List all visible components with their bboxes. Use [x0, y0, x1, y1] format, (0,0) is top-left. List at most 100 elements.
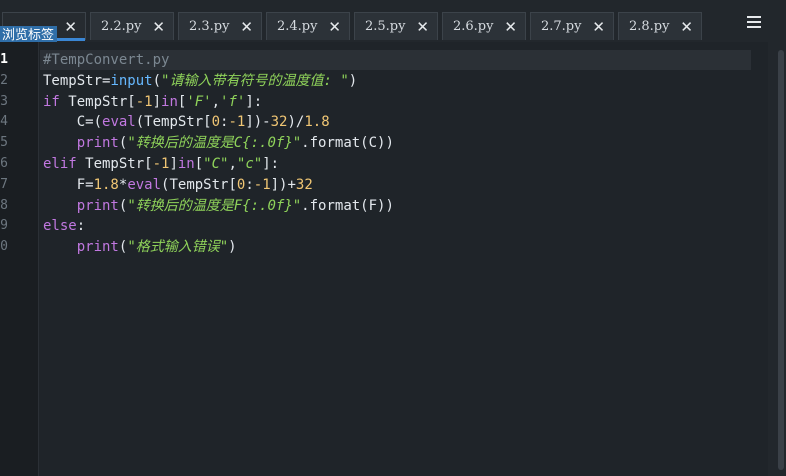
- line-number: 6: [0, 156, 8, 171]
- close-icon[interactable]: ✕: [504, 13, 517, 41]
- tab-2-5-py[interactable]: 2.5.py ✕: [354, 12, 438, 40]
- code-token: else: [43, 218, 77, 235]
- tab-2-2-py[interactable]: 2.2.py ✕: [90, 12, 174, 40]
- code-token: 1.8: [304, 114, 330, 131]
- tab-bar: ✕ 2.2.py ✕ 2.3.py ✕ 2.4.py ✕ 2.5.py ✕ 2.…: [0, 0, 786, 42]
- tab-label: 2.5.py: [365, 19, 406, 34]
- code-token: "转换后的温度是C{:.0f}": [127, 135, 302, 152]
- code-line[interactable]: C=(eval(TempStr[0:-1])-32)/1.8: [43, 112, 394, 133]
- code-line[interactable]: print("格式输入错误"): [43, 237, 394, 258]
- code-token: (TempStr[: [161, 176, 237, 193]
- line-number: 9: [0, 218, 8, 234]
- code-token: (: [152, 72, 162, 89]
- code-token: ,: [228, 155, 237, 172]
- code-line[interactable]: TempStr=input("请输入带有符号的温度值: "): [43, 71, 394, 92]
- code-token: :: [76, 218, 86, 235]
- close-icon[interactable]: ✕: [680, 13, 693, 41]
- code-token: [: [194, 155, 204, 172]
- code-token: -1: [135, 93, 153, 110]
- code-token: .format(C)): [301, 135, 394, 152]
- code-editor[interactable]: 1234567890 #TempConvert.py TempStr=input(…: [0, 42, 768, 476]
- code-line[interactable]: print("转换后的温度是C{:.0f}".format(C)): [43, 133, 394, 154]
- code-line[interactable]: F=1.8*eval(TempStr[0:-1])+32: [43, 175, 394, 196]
- code-token: 32: [270, 114, 288, 131]
- code-token: "格式输入错误": [127, 239, 229, 256]
- code-token: input: [110, 72, 153, 89]
- close-icon[interactable]: ✕: [592, 13, 605, 41]
- code-token: ): [228, 239, 237, 256]
- code-token: -1: [152, 155, 170, 172]
- line-number: 8: [0, 197, 8, 213]
- tab-label: 2.2.py: [101, 19, 142, 34]
- code-token: ]: [169, 155, 178, 172]
- code-line[interactable]: elif TempStr[-1]in["C","c"]:: [43, 154, 394, 175]
- code-token: "c": [236, 155, 263, 172]
- code-token: 'F': [186, 93, 212, 110]
- code-token: ])-: [245, 114, 271, 131]
- tab-label: 2.6.py: [453, 19, 494, 34]
- line-number: 1: [0, 52, 8, 67]
- close-icon[interactable]: ✕: [240, 13, 253, 41]
- code-token: ]:: [262, 155, 280, 172]
- code-token: )/: [287, 114, 305, 131]
- line-number: 2: [0, 72, 8, 88]
- code-token: 1.8: [93, 176, 119, 193]
- code-line[interactable]: #TempConvert.py: [43, 50, 394, 71]
- code-token: C=(: [43, 114, 103, 131]
- code-token: in: [161, 93, 178, 110]
- code-token: #TempConvert.py: [43, 52, 170, 68]
- code-token: -1: [228, 114, 246, 131]
- menu-icon[interactable]: [745, 12, 765, 32]
- line-number-gutter: 1 2 3 4 5 6 7 8 9 0: [0, 42, 39, 476]
- code-token: elif: [43, 155, 77, 172]
- code-token: 0: [211, 114, 221, 131]
- line-number: 0: [0, 239, 8, 255]
- code-content[interactable]: #TempConvert.py TempStr=input("请输入带有符号的温度…: [43, 50, 394, 258]
- tab-label: 2.3.py: [189, 19, 230, 34]
- code-token: TempStr[: [59, 93, 136, 110]
- code-token: F=: [43, 176, 94, 193]
- code-token: "请输入带有符号的温度值: ": [161, 72, 349, 89]
- tab-2-7-py[interactable]: 2.7.py ✕: [530, 12, 614, 40]
- close-icon[interactable]: ✕: [152, 13, 165, 41]
- code-token: print: [76, 197, 119, 214]
- close-icon[interactable]: ✕: [328, 13, 341, 41]
- code-token: 32: [295, 176, 313, 193]
- close-icon[interactable]: ✕: [64, 13, 77, 41]
- tab-2-3-py[interactable]: 2.3.py ✕: [178, 12, 262, 40]
- tab-2-6-py[interactable]: 2.6.py ✕: [442, 12, 526, 40]
- line-number: 5: [0, 135, 8, 151]
- code-token: 'f': [220, 93, 246, 110]
- code-line[interactable]: else:: [43, 216, 394, 237]
- code-token: print: [76, 239, 119, 256]
- close-icon[interactable]: ✕: [416, 13, 429, 41]
- code-token: eval: [127, 176, 162, 193]
- line-number: 7: [0, 176, 8, 192]
- line-number: 4: [0, 114, 8, 130]
- scrollbar-thumb[interactable]: [778, 50, 784, 470]
- code-token: "转换后的温度是F{:.0f}": [127, 197, 302, 214]
- tab-label: 2.7.py: [541, 19, 582, 34]
- code-line[interactable]: if TempStr[-1]in['F','f']:: [43, 92, 394, 113]
- code-token: ): [348, 72, 358, 89]
- code-token: TempStr[: [76, 155, 153, 172]
- code-token: ,: [211, 93, 221, 110]
- code-token: .format(F)): [301, 197, 394, 214]
- code-line[interactable]: print("转换后的温度是F{:.0f}".format(F)): [43, 196, 394, 217]
- code-token: print: [76, 135, 119, 152]
- code-token: TempStr=: [43, 72, 111, 89]
- tab-label: 2.4.py: [277, 19, 318, 34]
- code-token: ]: [152, 93, 162, 110]
- tab-2-8-py[interactable]: 2.8.py ✕: [618, 12, 702, 40]
- code-token: eval: [102, 114, 136, 131]
- code-token: (TempStr[: [135, 114, 212, 131]
- code-token: :: [245, 176, 254, 193]
- code-token: ]:: [245, 93, 263, 110]
- code-token: ])+: [270, 176, 296, 193]
- tab-2-4-py[interactable]: 2.4.py ✕: [266, 12, 350, 40]
- code-token: "C": [203, 155, 229, 172]
- tab-label: 2.8.py: [629, 19, 670, 34]
